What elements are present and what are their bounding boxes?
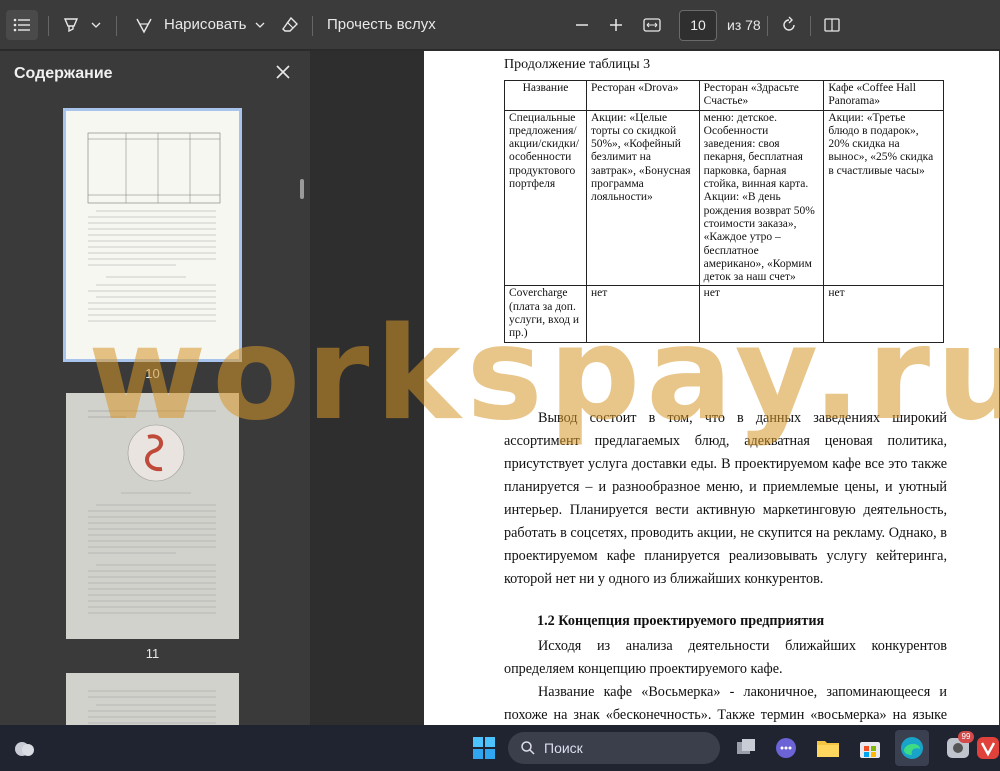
edge-icon — [901, 737, 923, 759]
page-number-input[interactable]: 10 — [679, 10, 717, 41]
rotate-icon — [783, 16, 795, 31]
task-view-button[interactable] — [732, 734, 760, 762]
thumbnail-page-content — [88, 690, 216, 724]
eraser-icon — [282, 16, 298, 32]
table-cell: Акции: «Целые торты со скидкой 50%», «Ко… — [585, 109, 700, 287]
paragraph: Исходя из анализа деятельности ближайших… — [504, 638, 947, 677]
vivaldi-icon — [977, 737, 999, 759]
page-view-button[interactable] — [820, 10, 844, 40]
start-button[interactable] — [470, 734, 498, 762]
table-of-contents-icon — [13, 18, 30, 32]
page-thumbnail-number: 10 — [145, 366, 160, 381]
toolbar-separator — [810, 16, 811, 36]
table-cell: меню: детское. Особенности заведения: св… — [698, 109, 825, 287]
draw-button[interactable]: Нарисовать — [164, 10, 246, 40]
chevron-down-icon — [91, 22, 101, 28]
two-page-icon — [824, 18, 840, 32]
table-row: Covercharge (плата за доп. услуги, вход … — [504, 285, 944, 343]
table-cell: Акции: «Третье блюдо в подарок», 20% ски… — [823, 109, 944, 287]
zoom-out-button[interactable] — [571, 10, 593, 40]
task-view-icon — [737, 739, 755, 754]
page-total: из 78 — [727, 17, 761, 33]
sidebar-title: Содержание — [14, 65, 113, 82]
highlighter-icon — [63, 18, 79, 33]
toolbar-separator — [767, 16, 768, 36]
pdf-toolbar: Нарисовать Прочесть вслух 10 из 78 — [0, 0, 1000, 50]
zoom-out-icon — [576, 24, 588, 26]
taskbar-search[interactable]: Поиск — [508, 732, 720, 764]
read-aloud-button[interactable]: Прочесть вслух — [327, 10, 436, 40]
toolbar-separator — [116, 16, 117, 36]
thumbnail-page-content — [88, 410, 216, 614]
toolbar-separator — [312, 16, 313, 36]
taskbar: Поиск 99 — [0, 725, 1000, 771]
table-header-cell: Название — [504, 80, 587, 111]
table-of-contents-button[interactable] — [6, 10, 38, 40]
file-explorer-button[interactable] — [814, 734, 842, 762]
search-label: Поиск — [544, 740, 583, 756]
table-row: Специальные предложения/ акции/скидки/ о… — [504, 109, 944, 287]
sidebar-scrollbar[interactable] — [300, 179, 304, 199]
document-view[interactable]: Продолжение таблицы 3 Название Ресторан … — [310, 51, 1000, 725]
table-cell: нет — [585, 285, 700, 343]
pen-icon — [136, 18, 152, 34]
page-thumbnail-12[interactable] — [66, 673, 239, 733]
chevron-down-icon — [255, 22, 265, 28]
page-thumbnail-11[interactable] — [66, 393, 239, 639]
page-thumbnail-number: 11 — [145, 646, 160, 661]
paragraph: Название кафе «Восьмерка» - лаконичное, … — [504, 684, 947, 723]
competitors-table: Название Ресторан «Drova» Ресторан «Здра… — [504, 80, 944, 343]
zoom-in-button[interactable] — [605, 10, 627, 40]
paragraph: Вывод состоит в том, что в данных заведе… — [504, 410, 947, 587]
windows-start-icon — [473, 737, 495, 759]
close-icon — [276, 65, 290, 79]
zoom-in-icon — [610, 19, 622, 31]
table-header-cell: Ресторан «Drova» — [585, 80, 700, 111]
fit-width-icon — [643, 18, 661, 32]
highlight-button[interactable] — [60, 10, 82, 40]
chat-icon — [776, 738, 796, 758]
document-page: Продолжение таблицы 3 Название Ресторан … — [424, 51, 999, 725]
erase-button[interactable] — [279, 10, 301, 40]
table-cell: Специальные предложения/ акции/скидки/ о… — [504, 109, 587, 287]
contents-sidebar: Содержание 10 11 — [0, 51, 310, 733]
weather-widget[interactable] — [10, 734, 38, 762]
toolbar-separator — [48, 16, 49, 36]
draw-dropdown[interactable] — [252, 10, 268, 40]
store-icon — [860, 742, 880, 758]
notification-badge: 99 — [958, 731, 974, 743]
close-sidebar-button[interactable] — [272, 61, 294, 83]
highlight-dropdown[interactable] — [88, 10, 104, 40]
chat-button[interactable] — [772, 734, 800, 762]
page-thumbnail-10[interactable] — [63, 108, 242, 362]
search-icon — [521, 741, 535, 755]
rotate-button[interactable] — [778, 10, 800, 40]
table-cell: Covercharge (плата за доп. услуги, вход … — [504, 285, 587, 343]
table-caption: Продолжение таблицы 3 — [504, 57, 651, 72]
fit-width-button[interactable] — [640, 10, 664, 40]
table-header-cell: Кафе «Coffee Hall Panorama» — [823, 80, 944, 111]
section-heading: 1.2 Концепция проектируемого предприятия — [537, 613, 825, 629]
file-explorer-icon — [817, 741, 839, 757]
table-cell: нет — [823, 285, 944, 343]
table-header-row: Название Ресторан «Drova» Ресторан «Здра… — [504, 80, 944, 111]
weather-icon — [15, 742, 34, 756]
edge-button[interactable] — [895, 730, 929, 766]
draw-icon-button[interactable] — [133, 10, 155, 40]
thumbnail-page-content — [87, 132, 221, 322]
vivaldi-button[interactable] — [976, 734, 1000, 762]
table-cell: нет — [698, 285, 825, 343]
store-button[interactable] — [856, 734, 884, 762]
table-header-cell: Ресторан «Здрасьте Счастье» — [698, 80, 825, 111]
